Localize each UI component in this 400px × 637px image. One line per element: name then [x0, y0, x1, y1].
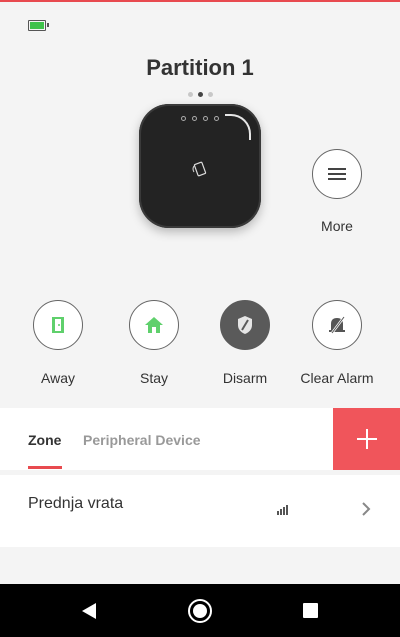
zone-name: Prednja vrata — [28, 495, 124, 512]
home-icon[interactable] — [188, 599, 212, 623]
page-dot — [208, 92, 213, 97]
tab-peripheral-device[interactable]: Peripheral Device — [83, 432, 201, 448]
away-label: Away — [41, 370, 75, 386]
page-dot-active — [198, 92, 203, 97]
more-label: More — [321, 218, 353, 234]
back-icon[interactable] — [80, 601, 98, 621]
page-dot — [188, 92, 193, 97]
nfc-tag-icon — [192, 161, 207, 177]
device-status-leds — [181, 116, 219, 121]
tab-active-indicator — [28, 466, 62, 469]
stay-button[interactable] — [129, 300, 179, 350]
device-arc-decoration — [225, 114, 251, 140]
away-button[interactable] — [33, 300, 83, 350]
top-accent-bar — [0, 0, 400, 2]
disarm-shield-icon — [238, 316, 252, 334]
signal-strength-icon — [277, 505, 288, 515]
clear-alarm-label: Clear Alarm — [300, 370, 374, 386]
page-indicator — [188, 92, 213, 97]
system-navbar — [0, 584, 400, 637]
chevron-right-icon — [362, 502, 371, 516]
menu-icon — [328, 168, 346, 180]
disarm-label: Disarm — [222, 370, 268, 386]
clear-alarm-button[interactable] — [312, 300, 362, 350]
partition-title: Partition 1 — [146, 55, 254, 80]
zone-list-item[interactable]: Prednja vrata — [0, 475, 400, 547]
hub-device-image — [139, 104, 261, 228]
recents-icon[interactable] — [303, 603, 318, 618]
away-door-icon — [52, 317, 64, 333]
add-button[interactable] — [333, 408, 400, 470]
tabs-bar: Zone Peripheral Device — [0, 408, 400, 470]
stay-home-icon — [145, 317, 163, 333]
tab-zone[interactable]: Zone — [28, 432, 61, 448]
battery-icon — [28, 20, 49, 31]
plus-icon — [356, 429, 377, 449]
more-button[interactable] — [312, 149, 362, 199]
clear-alarm-bell-icon — [329, 316, 345, 334]
disarm-button[interactable] — [220, 300, 270, 350]
stay-label: Stay — [139, 370, 168, 386]
